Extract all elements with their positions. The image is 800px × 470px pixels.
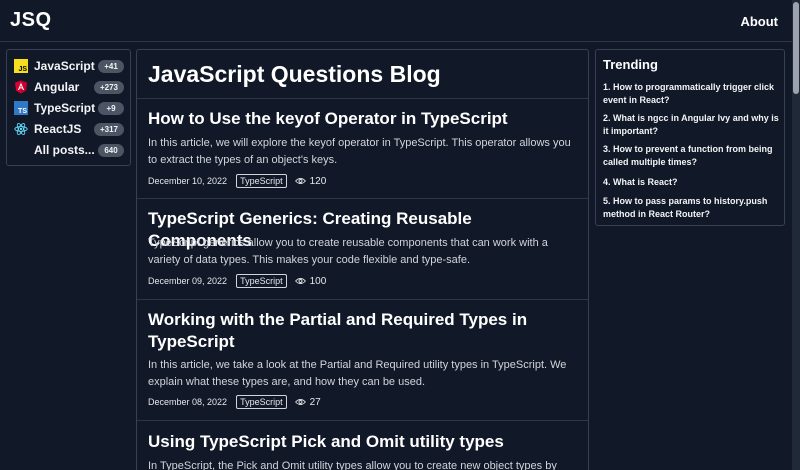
typescript-icon: TS (14, 101, 28, 115)
trending-item[interactable]: 1. How to programmatically trigger click… (603, 81, 779, 107)
trending-item[interactable]: 4. What is React? (603, 176, 779, 189)
sidebar-item-label: TypeScript (34, 101, 96, 115)
sidebar-item-all-posts[interactable]: All posts... 640 (14, 141, 124, 159)
javascript-icon: JS (14, 59, 28, 73)
post-meta: December 09, 2022 TypeScript 100 (148, 273, 326, 289)
posts-panel: JavaScript Questions Blog How to Use the… (136, 49, 589, 470)
category-sidebar: JS JavaScript +41 Angular +273 TS TypeSc… (6, 49, 131, 166)
post-card: TypeScript Generics: Creating Reusable C… (137, 199, 588, 300)
trending-item[interactable]: 5. How to pass params to history.push me… (603, 195, 779, 221)
about-link[interactable]: About (740, 14, 778, 29)
post-tag[interactable]: TypeScript (236, 395, 287, 409)
top-header: JSQ About (0, 0, 800, 42)
page-title: JavaScript Questions Blog (148, 61, 441, 87)
view-count: 120 (309, 175, 327, 187)
sidebar-item-javascript[interactable]: JS JavaScript +41 (14, 57, 124, 75)
trending-panel: Trending 1. How to programmatically trig… (595, 49, 785, 226)
sidebar-item-label: ReactJS (34, 122, 82, 136)
view-count: 100 (309, 275, 327, 287)
post-excerpt: In this article, we take a look at the P… (148, 359, 567, 388)
eye-icon (294, 398, 306, 406)
sidebar-item-reactjs[interactable]: ReactJS +317 (14, 120, 124, 138)
scrollbar-thumb[interactable] (793, 2, 799, 94)
post-excerpt: In TypeScript, the Pick and Omit utility… (148, 460, 557, 470)
post-date: December 10, 2022 (148, 176, 228, 186)
site-logo[interactable]: JSQ (10, 9, 52, 32)
trending-title: Trending (603, 57, 658, 72)
post-excerpt: TypeScript generics allow you to create … (148, 237, 548, 266)
sidebar-item-label: Angular (34, 80, 80, 94)
trending-item[interactable]: 3. How to prevent a function from being … (603, 143, 779, 169)
trending-item[interactable]: 2. What is ngcc in Angular Ivy and why i… (603, 112, 779, 138)
sidebar-item-typescript[interactable]: TS TypeScript +9 (14, 99, 124, 117)
count-badge: 640 (98, 143, 124, 157)
angular-icon (14, 80, 28, 94)
post-date: December 08, 2022 (148, 397, 228, 407)
eye-icon (294, 177, 306, 185)
post-meta: December 08, 2022 TypeScript 27 (148, 394, 321, 410)
count-badge: +317 (93, 122, 124, 136)
sidebar-item-label: All posts... (34, 143, 95, 157)
post-title[interactable]: Using TypeScript Pick and Omit utility t… (148, 431, 578, 453)
count-badge: +273 (93, 80, 124, 94)
post-excerpt: In this article, we will explore the key… (148, 137, 571, 166)
view-count: 27 (309, 396, 321, 408)
post-meta: December 10, 2022 TypeScript 120 (148, 173, 326, 189)
eye-icon (294, 277, 306, 285)
post-title[interactable]: How to Use the keyof Operator in TypeScr… (148, 108, 578, 130)
post-tag[interactable]: TypeScript (236, 174, 287, 188)
react-icon (14, 122, 28, 136)
sidebar-item-label: JavaScript (34, 59, 95, 73)
count-badge: +9 (98, 101, 124, 115)
sidebar-item-angular[interactable]: Angular +273 (14, 78, 124, 96)
page-scrollbar[interactable] (792, 0, 800, 470)
post-date: December 09, 2022 (148, 276, 228, 286)
post-card: Working with the Partial and Required Ty… (137, 300, 588, 421)
post-card: How to Use the keyof Operator in TypeScr… (137, 99, 588, 199)
post-title[interactable]: Working with the Partial and Required Ty… (148, 309, 578, 353)
count-badge: +41 (98, 59, 124, 73)
post-card: Using TypeScript Pick and Omit utility t… (137, 421, 588, 470)
post-tag[interactable]: TypeScript (236, 274, 287, 288)
